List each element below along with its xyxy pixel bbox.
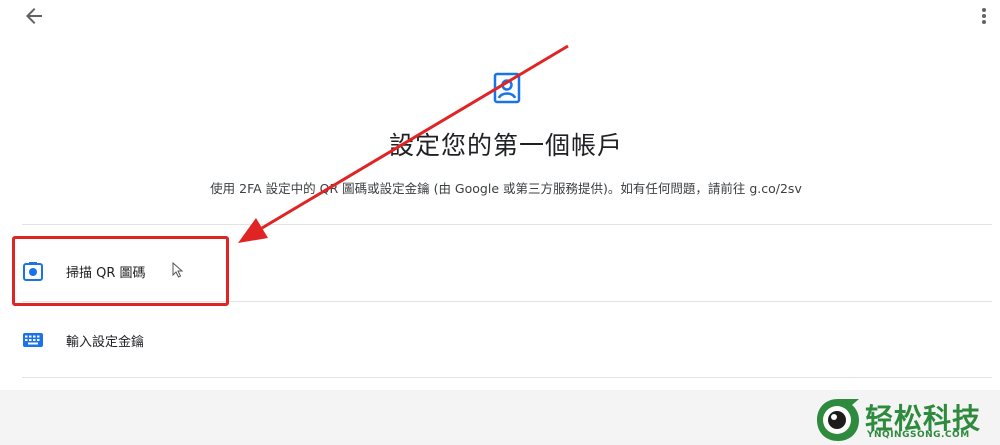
- more-vert-icon[interactable]: [974, 4, 994, 28]
- top-app-bar: [0, 0, 1000, 34]
- watermark-logo-icon: [817, 399, 859, 441]
- divider: [22, 377, 992, 378]
- annotation-highlight-box: [12, 236, 229, 306]
- page-description: 使用 2FA 設定中的 QR 圖碼或設定金鑰 (由 Google 或第三方服務提…: [210, 181, 802, 196]
- annotation-arrow: [238, 44, 569, 243]
- option-label: 輸入設定金鑰: [66, 335, 145, 350]
- watermark: 轻松科技 YNQINGSONG.COM: [815, 397, 995, 443]
- watermark-domain: YNQINGSONG.COM: [867, 430, 970, 440]
- page-title: 設定您的第一個帳戶: [388, 131, 623, 160]
- arrow-back-icon[interactable]: [22, 4, 46, 28]
- authenticator-icon: [493, 72, 521, 104]
- enter-setup-key-option[interactable]: 輸入設定金鑰: [14, 305, 992, 375]
- keyboard-icon: [23, 333, 43, 347]
- divider: [22, 224, 992, 225]
